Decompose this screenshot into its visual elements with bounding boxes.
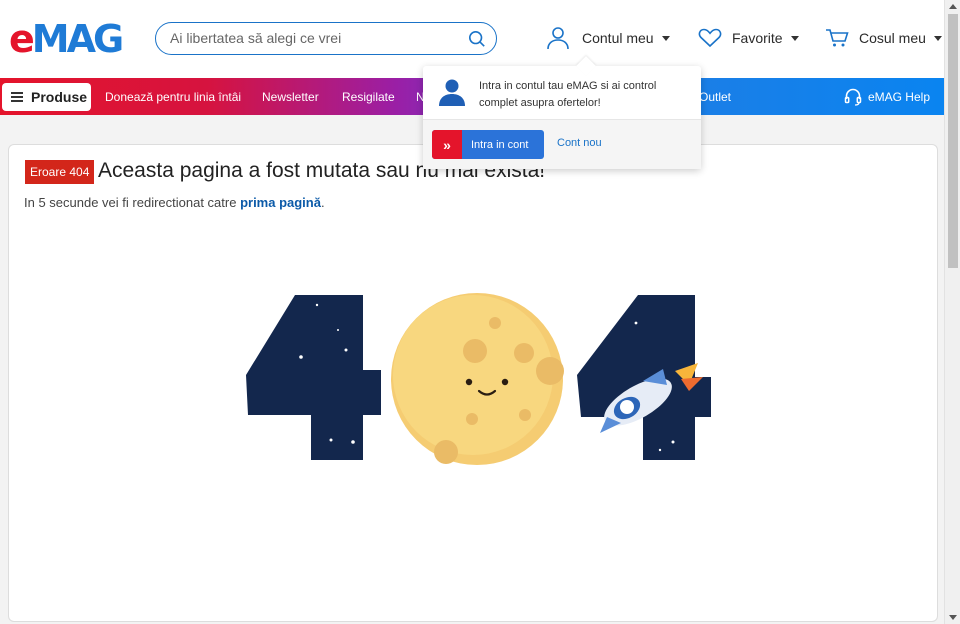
- new-account-link[interactable]: Cont nou: [557, 137, 602, 149]
- home-link[interactable]: prima pagină: [240, 195, 321, 210]
- search-input[interactable]: [170, 30, 460, 46]
- favorites-menu[interactable]: Favorite: [698, 28, 799, 48]
- hamburger-icon: [11, 92, 23, 102]
- chevron-down-icon: [933, 35, 942, 41]
- user-icon: [547, 27, 569, 50]
- 404-illustration: [246, 293, 711, 465]
- nav-item-newsletter[interactable]: Newsletter: [262, 90, 319, 104]
- cart-label: Cosul meu: [859, 30, 926, 46]
- popover-footer: » Intra in cont Cont nou: [423, 119, 701, 169]
- error-badge: Eroare 404: [25, 160, 95, 184]
- heart-icon: [698, 28, 722, 48]
- account-label: Contul meu: [582, 30, 654, 46]
- digit-four-left-graphic: [246, 295, 381, 460]
- error-card: Eroare 404 Aceasta pagina a fost mutata …: [8, 144, 938, 622]
- vertical-scrollbar[interactable]: [944, 0, 960, 624]
- account-popover: Intra in contul tau eMAG si ai control c…: [423, 66, 701, 169]
- user-silhouette-icon: [439, 79, 465, 106]
- favorites-label: Favorite: [732, 30, 783, 46]
- scroll-up-arrow-icon[interactable]: [949, 4, 957, 9]
- cart-icon: [826, 29, 849, 47]
- nav-item-doneaza[interactable]: Donează pentru linia întâi: [105, 90, 241, 104]
- chevron-down-icon: [661, 35, 670, 41]
- moon-graphic: [391, 293, 564, 465]
- redirect-message: In 5 secunde vei fi redirectionat catre …: [24, 195, 325, 210]
- login-label: Intra in cont: [471, 138, 529, 151]
- cart-menu[interactable]: Cosul meu: [825, 28, 942, 48]
- search-icon[interactable]: [468, 30, 486, 48]
- nav-item-outlet[interactable]: Outlet: [699, 90, 731, 104]
- help-label: eMAG Help: [867, 90, 930, 104]
- chevron-down-icon: [790, 35, 799, 41]
- account-menu[interactable]: Contul meu: [546, 26, 670, 50]
- login-button[interactable]: » Intra in cont: [432, 130, 544, 159]
- search-box[interactable]: [155, 22, 497, 55]
- headset-icon: [844, 88, 862, 106]
- double-chevron-right-icon: »: [432, 130, 462, 159]
- help-link[interactable]: eMAG Help: [844, 88, 930, 106]
- popover-text: Intra in contul tau eMAG si ai control c…: [479, 80, 657, 109]
- emag-logo[interactable]: eMAG: [9, 19, 124, 59]
- produse-label: Produse: [31, 89, 88, 105]
- produse-button[interactable]: Produse: [2, 83, 91, 111]
- scrollbar-thumb[interactable]: [948, 14, 958, 268]
- nav-item-resigilate[interactable]: Resigilate: [342, 90, 395, 104]
- scroll-down-arrow-icon[interactable]: [949, 615, 957, 620]
